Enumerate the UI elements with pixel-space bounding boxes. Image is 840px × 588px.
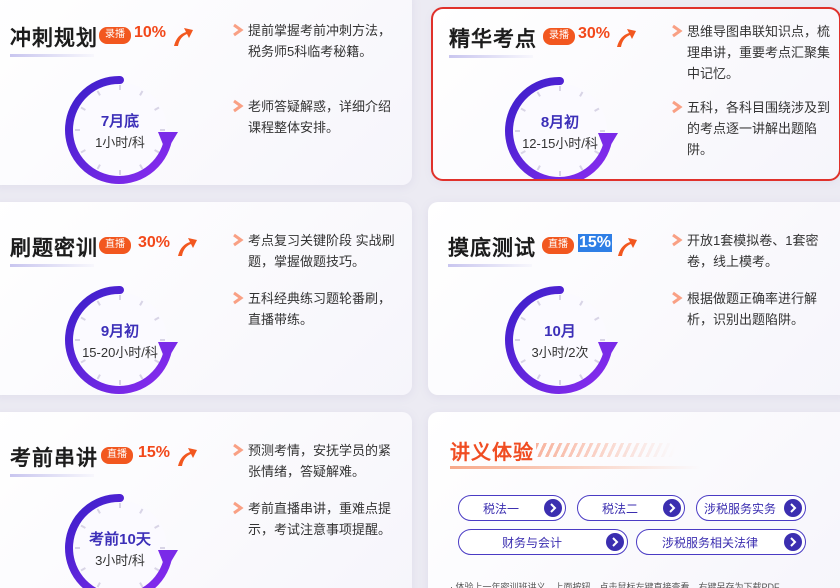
mode-tag: 直播 bbox=[99, 237, 131, 254]
decorative-stripes bbox=[536, 443, 676, 457]
bullet-text: 五科，各科目围绕涉及到的考点逐一讲解出题陷阱。 bbox=[687, 100, 831, 157]
handout-note: · 体验上一年密训班讲义。上面按钮，点击鼠标左键直接查看，右键另存为下载PDF。 bbox=[450, 582, 789, 588]
button-label: 税法二 bbox=[601, 501, 638, 516]
schedule-clock: 8月初 12-15小时/科 bbox=[500, 71, 620, 179]
chevron-right-icon bbox=[672, 233, 683, 247]
clock-duration: 1小时/科 bbox=[95, 135, 145, 150]
plan-card-final-review: 考前串讲 直播 15% 考前10天 3小时/科 预测考情，安抚学员的紧张情绪，答疑… bbox=[0, 412, 412, 588]
chevron-right-icon bbox=[233, 443, 244, 457]
title-underline bbox=[449, 55, 533, 58]
feature-bullet: 考点复习关键阶段 实战刷题，掌握做题技巧。 bbox=[232, 230, 398, 272]
handout-title: 讲义体验 bbox=[450, 442, 534, 464]
percent-label: 15% bbox=[138, 444, 171, 461]
title-underline bbox=[10, 54, 94, 57]
button-label: 涉税服务相关法律 bbox=[661, 535, 758, 550]
schedule-clock: 10月 3小时/2次 bbox=[500, 280, 620, 395]
arrow-right-icon bbox=[784, 499, 802, 517]
mode-tag: 录播 bbox=[543, 28, 575, 45]
bullet-text: 考前直播串讲，重难点提示，考试注意事项提醒。 bbox=[248, 501, 392, 537]
clock-date: 7月底 bbox=[100, 113, 140, 130]
arrow-right-icon bbox=[663, 499, 681, 517]
arrow-right-icon bbox=[784, 533, 802, 551]
chevron-right-icon bbox=[233, 99, 244, 113]
plan-card-mock-test: 摸底测试 直播 15% 10月 3小时/2次 开放1套模拟卷、1套密卷，线上模考。… bbox=[428, 202, 840, 395]
schedule-clock: 考前10天 3小时/科 bbox=[60, 488, 180, 588]
bullet-text: 提前掌握考前冲刺方法，税务师5科临考秘籍。 bbox=[248, 23, 392, 59]
chevron-right-icon bbox=[233, 501, 244, 515]
bullet-text: 思维导图串联知识点，梳理串讲，重要考点汇聚集中记忆。 bbox=[687, 24, 831, 81]
card-title: 精华考点 bbox=[449, 28, 537, 51]
card-title: 冲刺规划 bbox=[10, 27, 98, 50]
mode-tag: 直播 bbox=[542, 237, 574, 254]
clock-date: 10月 bbox=[544, 323, 576, 340]
clock-duration: 15-20小时/科 bbox=[82, 345, 158, 360]
feature-bullet: 五科，各科目围绕涉及到的考点逐一讲解出题陷阱。 bbox=[671, 97, 837, 160]
feature-bullet: 开放1套模拟卷、1套密卷，线上模考。 bbox=[671, 230, 837, 272]
handout-button-finance-accounting[interactable]: 财务与会计 bbox=[458, 529, 628, 555]
plan-card-essentials: 精华考点 录播 30% 8月初 12-15小时/科 思维导图串联知识点，梳理串讲，… bbox=[431, 7, 840, 181]
bullet-text: 开放1套模拟卷、1套密卷，线上模考。 bbox=[687, 233, 819, 269]
mode-tag: 录播 bbox=[99, 27, 131, 44]
clock-duration: 3小时/科 bbox=[95, 553, 145, 568]
card-title: 摸底测试 bbox=[448, 237, 536, 260]
plan-card-sprint: 冲刺规划 录播 10% 7月底 1小时/科 提前掌握考前冲刺方法，税务师5科临考秘… bbox=[0, 0, 412, 185]
chevron-right-icon bbox=[672, 291, 683, 305]
feature-bullet: 根据做题正确率进行解析，识别出题陷阱。 bbox=[671, 288, 837, 330]
chevron-right-icon bbox=[672, 24, 683, 38]
chevron-right-icon bbox=[233, 23, 244, 37]
clock-date: 考前10天 bbox=[89, 531, 151, 548]
trend-up-icon bbox=[618, 238, 637, 256]
handout-underline bbox=[450, 466, 700, 469]
percent-label: 30% bbox=[138, 234, 171, 251]
trend-up-icon bbox=[174, 28, 193, 46]
handout-button-tax-law-1[interactable]: 税法一 bbox=[458, 495, 566, 521]
feature-bullet: 思维导图串联知识点，梳理串讲，重要考点汇聚集中记忆。 bbox=[671, 21, 837, 84]
handout-card: 讲义体验 税法一 税法二 涉税服务实务 财务与会计 涉税服务相关法律 · 体验上… bbox=[428, 412, 840, 588]
handout-button-tax-service-practice[interactable]: 涉税服务实务 bbox=[696, 495, 806, 521]
chevron-right-icon bbox=[233, 233, 244, 247]
bullet-text: 根据做题正确率进行解析，识别出题陷阱。 bbox=[687, 291, 818, 327]
trend-up-icon bbox=[178, 448, 197, 466]
title-underline bbox=[10, 474, 94, 477]
chevron-right-icon bbox=[233, 291, 244, 305]
feature-bullet: 五科经典练习题轮番刷，直播带练。 bbox=[232, 288, 398, 330]
bullet-text: 五科经典练习题轮番刷，直播带练。 bbox=[248, 291, 392, 327]
chevron-right-icon bbox=[672, 100, 683, 114]
handout-button-tax-law-2[interactable]: 税法二 bbox=[577, 495, 685, 521]
schedule-clock: 9月初 15-20小时/科 bbox=[60, 280, 180, 395]
card-title: 考前串讲 bbox=[10, 447, 98, 470]
trend-up-icon bbox=[178, 238, 197, 256]
feature-bullet: 考前直播串讲，重难点提示，考试注意事项提醒。 bbox=[232, 498, 398, 540]
handout-button-tax-service-law[interactable]: 涉税服务相关法律 bbox=[636, 529, 806, 555]
percent-label: 10% bbox=[134, 24, 167, 41]
bullet-text: 老师答疑解惑，详细介绍课程整体安排。 bbox=[248, 99, 392, 135]
feature-bullet: 预测考情，安抚学员的紧张情绪，答疑解难。 bbox=[232, 440, 398, 482]
clock-duration: 12-15小时/科 bbox=[522, 136, 598, 151]
clock-date: 9月初 bbox=[100, 323, 140, 340]
title-underline bbox=[10, 264, 94, 267]
arrow-right-icon bbox=[544, 499, 562, 517]
schedule-clock: 7月底 1小时/科 bbox=[60, 70, 180, 185]
bullet-text: 考点复习关键阶段 实战刷题，掌握做题技巧。 bbox=[248, 233, 395, 269]
arrow-right-icon bbox=[606, 533, 624, 551]
clock-duration: 3小时/2次 bbox=[531, 345, 589, 360]
feature-bullet: 提前掌握考前冲刺方法，税务师5科临考秘籍。 bbox=[232, 20, 398, 62]
button-label: 税法一 bbox=[482, 501, 519, 516]
card-title: 刷题密训 bbox=[10, 237, 98, 260]
button-label: 财务与会计 bbox=[501, 535, 562, 550]
button-label: 涉税服务实务 bbox=[703, 501, 776, 516]
clock-date: 8月初 bbox=[540, 114, 580, 131]
percent-label: 30% bbox=[578, 25, 611, 42]
plan-card-drills: 刷题密训 直播 30% 9月初 15-20小时/科 考点复习关键阶段 实战刷题，掌… bbox=[0, 202, 412, 395]
trend-up-icon bbox=[617, 29, 636, 47]
title-underline bbox=[448, 264, 532, 267]
feature-bullet: 老师答疑解惑，详细介绍课程整体安排。 bbox=[232, 96, 398, 138]
mode-tag: 直播 bbox=[101, 447, 133, 464]
percent-label: 15% bbox=[578, 234, 613, 252]
bullet-text: 预测考情，安抚学员的紧张情绪，答疑解难。 bbox=[248, 443, 392, 479]
